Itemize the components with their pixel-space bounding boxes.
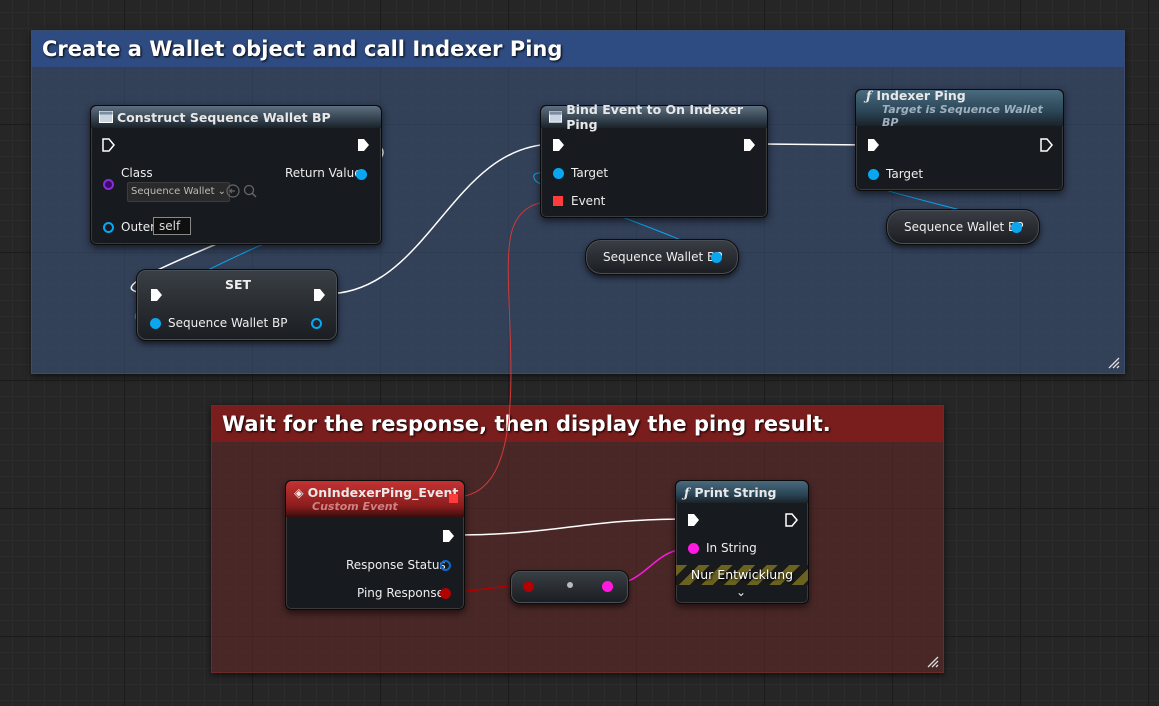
node-title: OnIndexerPing_Event <box>307 485 459 500</box>
ping-response-label: Ping Response <box>357 586 444 600</box>
in-string-label: In String <box>706 541 757 555</box>
function-icon: ƒ <box>684 484 690 500</box>
variable-label: Sequence Wallet BP <box>904 220 1024 234</box>
return-value-label: Return Value <box>285 166 362 180</box>
node-title: Print String <box>694 484 777 500</box>
class-select[interactable]: Sequence Wallet ⌄ <box>127 182 230 202</box>
class-pin-icon[interactable] <box>103 179 114 190</box>
outer-label: Outer <box>121 220 156 234</box>
node-conversion[interactable] <box>510 570 629 604</box>
response-status-label: Response Status <box>346 558 446 572</box>
exec-in-pin-icon[interactable] <box>101 138 115 152</box>
exec-out-pin-icon[interactable] <box>441 529 455 543</box>
node-header[interactable]: ƒ Print String <box>676 481 808 503</box>
node-title: Indexer Ping <box>876 87 966 103</box>
node-indexer-ping[interactable]: ƒ Indexer Ping Target is Sequence Wallet … <box>855 87 1064 191</box>
event-label: Event <box>571 194 606 208</box>
exec-out-pin-icon[interactable] <box>742 138 756 152</box>
in-string-pin-icon[interactable] <box>688 543 699 554</box>
construct-icon <box>99 111 113 123</box>
exec-out-pin-icon[interactable] <box>784 513 798 527</box>
node-construct-wallet[interactable]: Construct Sequence Wallet BP Class Seque… <box>90 105 382 245</box>
browse-search-icon[interactable] <box>243 184 257 198</box>
exec-in-pin-icon[interactable] <box>866 138 880 152</box>
node-title: Bind Event to On Indexer Ping <box>566 102 744 132</box>
chevron-down-icon[interactable]: ⌄ <box>736 585 746 599</box>
return-value-pin-icon[interactable] <box>356 169 367 180</box>
chevron-down-icon: ⌄ <box>217 186 226 197</box>
ping-response-pin-icon[interactable] <box>440 588 451 599</box>
exec-in-pin-icon[interactable] <box>551 138 565 152</box>
node-get-wallet-right[interactable]: Sequence Wallet BP <box>886 209 1040 245</box>
variable-label: Sequence Wallet BP <box>603 250 723 264</box>
node-header[interactable]: ƒ Indexer Ping Target is Sequence Wallet … <box>856 87 1063 129</box>
conversion-out-pin-icon[interactable] <box>602 581 613 592</box>
exec-out-pin-icon[interactable] <box>356 138 370 152</box>
event-diamond-icon: ◈ <box>294 485 304 500</box>
node-set-variable[interactable]: SET Sequence Wallet BP <box>136 269 338 341</box>
node-title: SET <box>225 277 252 292</box>
node-header[interactable]: ◈ OnIndexerPing_Event Custom Event <box>286 481 464 517</box>
node-title: Construct Sequence Wallet BP <box>117 109 331 125</box>
conversion-dot-icon <box>567 582 573 588</box>
node-custom-event[interactable]: ◈ OnIndexerPing_Event Custom Event Respon… <box>285 480 465 610</box>
node-print-string[interactable]: ƒ Print String In String Nur Entwicklung… <box>675 480 809 604</box>
node-header[interactable]: Bind Event to On Indexer Ping <box>541 102 767 132</box>
exec-wire <box>451 518 691 536</box>
target-label: Target <box>886 167 924 181</box>
class-label: Class <box>121 166 153 180</box>
target-pin-icon[interactable] <box>553 168 564 179</box>
outer-pin-icon[interactable] <box>103 222 114 233</box>
target-pin-icon[interactable] <box>868 169 879 180</box>
exec-in-pin-icon[interactable] <box>149 288 163 302</box>
development-only-banner: Nur Entwicklung <box>676 565 808 585</box>
delegate-wire <box>454 200 558 498</box>
bind-event-icon <box>549 111 563 123</box>
node-header[interactable]: Construct Sequence Wallet BP <box>91 106 381 128</box>
exec-out-pin-icon[interactable] <box>312 288 326 302</box>
node-subtitle: Custom Event <box>312 500 398 513</box>
exec-in-pin-icon[interactable] <box>686 513 700 527</box>
node-bind-event[interactable]: Bind Event to On Indexer Ping Target Eve… <box>540 102 768 218</box>
class-select-value: Sequence Wallet <box>131 186 215 197</box>
use-selected-asset-icon[interactable] <box>226 184 240 198</box>
target-label: Target <box>571 166 609 180</box>
conversion-in-pin-icon[interactable] <box>523 581 534 592</box>
function-icon: ƒ <box>866 87 872 103</box>
node-get-wallet-middle[interactable]: Sequence Wallet BP <box>585 239 739 275</box>
response-status-pin-icon[interactable] <box>440 560 451 571</box>
outer-input[interactable]: self <box>153 217 191 235</box>
exec-out-pin-icon[interactable] <box>1039 138 1053 152</box>
variable-out-pin-icon[interactable] <box>711 252 722 263</box>
set-pin-label: Sequence Wallet BP <box>168 316 288 330</box>
event-delegate-pin-icon[interactable] <box>553 196 563 206</box>
delegate-out-pin-icon[interactable] <box>449 494 458 503</box>
set-output-pin-icon[interactable] <box>311 318 322 329</box>
node-subtitle: Target is Sequence Wallet BP <box>882 102 1043 129</box>
variable-out-pin-icon[interactable] <box>1011 222 1022 233</box>
set-input-pin-icon[interactable] <box>150 318 161 329</box>
exec-wire <box>754 143 871 146</box>
